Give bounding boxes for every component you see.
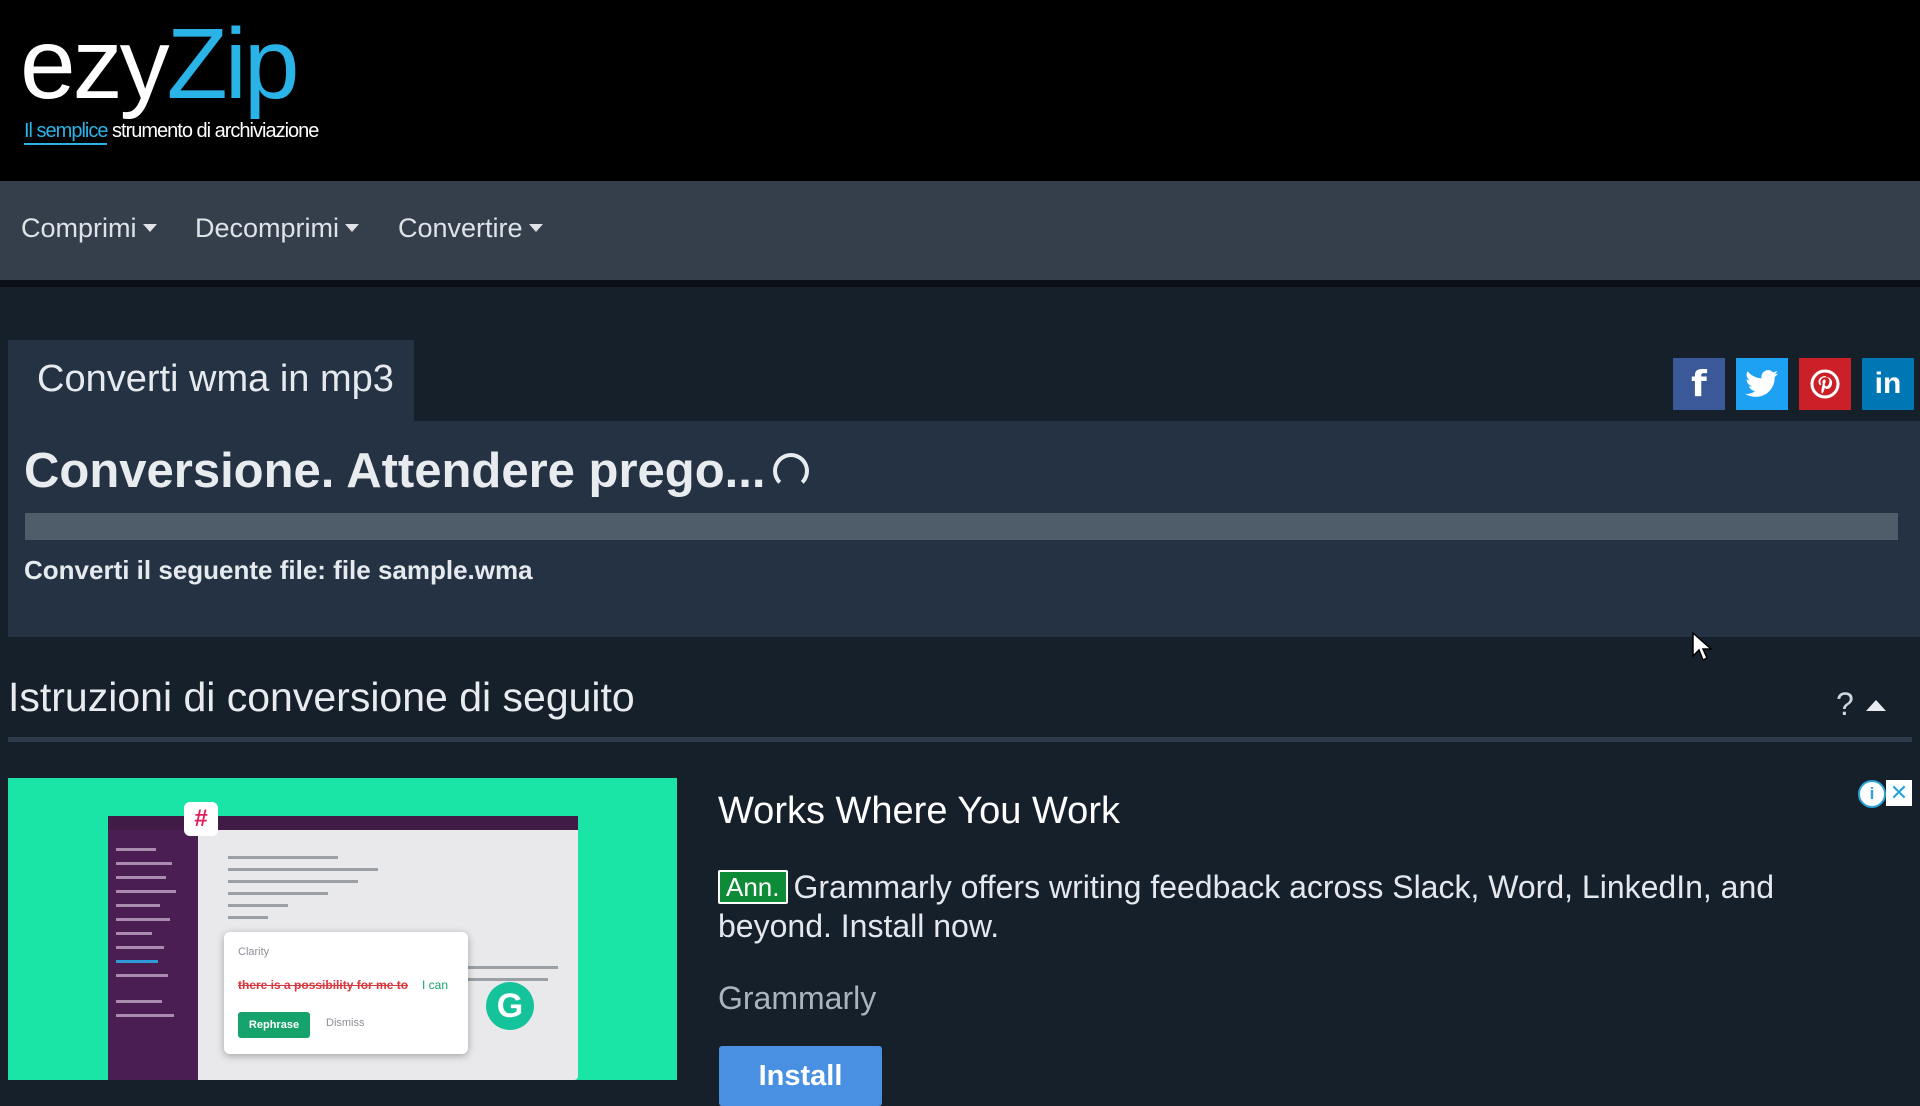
logo-wordmark: ezyZip xyxy=(20,8,300,120)
loading-spinner-icon xyxy=(773,453,810,490)
ezyzip-logo[interactable]: ezyZip Il semplice strumento di archivia… xyxy=(20,8,319,145)
ad-image[interactable]: # Clarity there is a possibility for me … xyxy=(8,778,677,1080)
conversion-status: Conversione. Attendere prego... xyxy=(24,443,810,499)
linkedin-icon: in xyxy=(1874,367,1902,400)
page-title: Converti wma in mp3 xyxy=(37,358,394,400)
help-icon[interactable]: ? xyxy=(1836,686,1854,723)
conversion-card: Conversione. Attendere prego... Converti… xyxy=(8,421,1920,637)
ad-sidebar xyxy=(108,830,198,1080)
ad-advertiser: Grammarly xyxy=(718,980,877,1016)
mouse-cursor-icon xyxy=(1692,632,1712,662)
install-button[interactable]: Install xyxy=(719,1046,882,1106)
twitter-share-button[interactable] xyxy=(1736,358,1788,410)
collapse-up-icon[interactable] xyxy=(1866,700,1886,711)
instructions-heading: Istruzioni di conversione di seguito xyxy=(8,674,635,720)
nav-decomprimi[interactable]: Decomprimi xyxy=(195,213,360,244)
converter-tab: Converti wma in mp3 xyxy=(8,340,414,422)
site-header: ezyZip Il semplice strumento di archivia… xyxy=(0,0,1920,181)
chevron-down-icon xyxy=(345,223,360,232)
grammarly-icon: G xyxy=(486,982,534,1030)
twitter-icon xyxy=(1745,370,1779,397)
progress-bar xyxy=(25,513,1898,540)
chevron-down-icon xyxy=(142,223,157,232)
facebook-icon: f xyxy=(1691,363,1707,405)
ad-body: Ann. Grammarly offers writing feedback ac… xyxy=(718,869,1775,944)
nav-comprimi[interactable]: Comprimi xyxy=(21,213,157,244)
section-divider xyxy=(8,737,1912,742)
slack-icon: # xyxy=(184,802,218,836)
ad-headline[interactable]: Works Where You Work xyxy=(718,790,1120,833)
nav-convertire[interactable]: Convertire xyxy=(398,213,543,244)
info-icon[interactable]: i xyxy=(1858,780,1886,808)
ad-suggestion-card: Clarity there is a possibility for me to… xyxy=(224,932,468,1054)
close-icon[interactable]: ✕ xyxy=(1886,780,1912,806)
ad-badge: Ann. xyxy=(718,870,788,904)
main-nav: Comprimi Decomprimi Convertire xyxy=(0,181,1920,280)
pinterest-icon xyxy=(1810,369,1840,399)
linkedin-share-button[interactable]: in xyxy=(1862,358,1914,410)
pinterest-share-button[interactable] xyxy=(1799,358,1851,410)
logo-tagline: Il semplice strumento di archiviazione xyxy=(24,120,319,145)
file-name-line: Converti il seguente file: file sample.w… xyxy=(24,555,533,585)
chevron-down-icon xyxy=(528,223,543,232)
nav-divider xyxy=(0,280,1920,287)
facebook-share-button[interactable]: f xyxy=(1673,358,1725,410)
